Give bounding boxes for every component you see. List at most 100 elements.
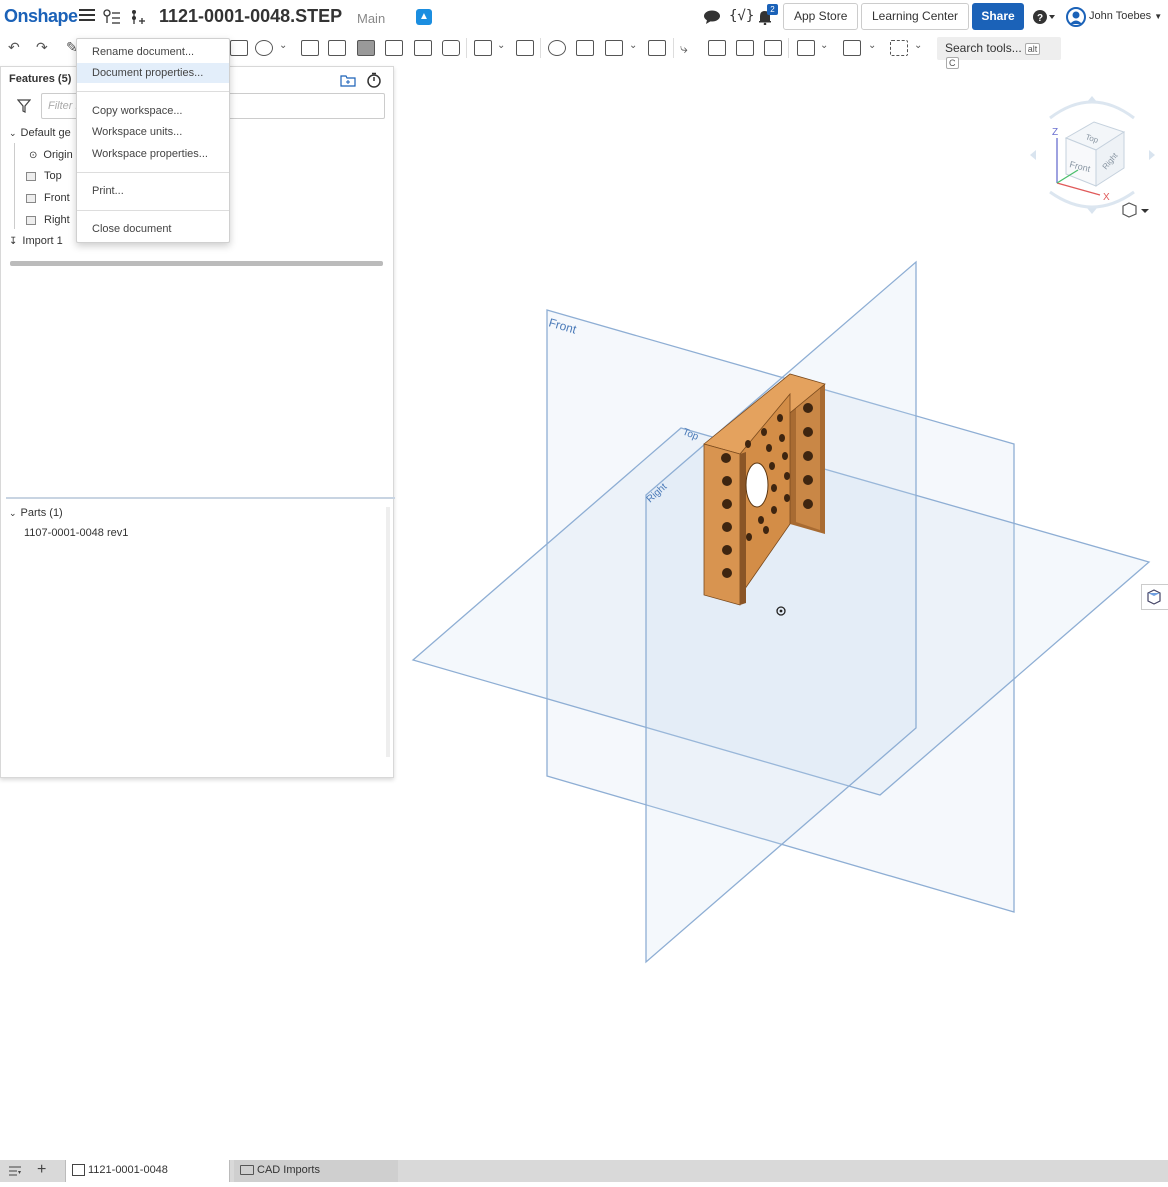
menu-item-workspace-units[interactable]: Workspace units... — [77, 122, 229, 142]
x-axis-label: X — [1103, 192, 1110, 203]
notification-count-badge: 2 — [767, 4, 778, 15]
plane-caret-icon[interactable]: ⌄ — [820, 40, 828, 51]
document-menu: Rename document... Document properties..… — [76, 38, 230, 243]
top-bar: Onshape 1121-0001-0048.STEP Main ▲ {√} 2… — [0, 0, 1168, 34]
toolbar-divider — [788, 38, 789, 58]
tab-cad-imports-label: CAD Imports — [257, 1164, 320, 1176]
menu-item-print[interactable]: Print... — [77, 181, 229, 201]
menu-item-close-document[interactable]: Close document — [77, 219, 229, 239]
search-tools-input[interactable]: Search tools... alt C — [937, 37, 1061, 69]
pattern-caret-icon[interactable]: ⌄ — [497, 40, 505, 51]
origin-item[interactable]: ⊙ Origin — [29, 149, 73, 161]
enclose-tool-icon[interactable] — [764, 40, 782, 56]
chevron-down-icon: ⌄ — [9, 128, 17, 138]
user-name: John Toebes — [1089, 10, 1152, 22]
mate-connector-caret-icon[interactable]: ⌄ — [914, 40, 922, 51]
import-feature-item[interactable]: ↧ Import 1 — [9, 235, 63, 247]
menu-item-document-properties[interactable]: Document properties... — [77, 63, 229, 83]
workspace-branch[interactable]: Main — [357, 11, 385, 26]
rib-tool-icon[interactable] — [385, 40, 403, 56]
loft-tool-icon[interactable] — [708, 40, 726, 56]
help-icon[interactable]: ? — [1032, 9, 1056, 27]
variables-icon[interactable]: {√} — [729, 9, 754, 23]
draft-tool-icon[interactable] — [357, 40, 375, 56]
default-geometry-group[interactable]: ⌄ Default ge — [9, 127, 71, 139]
default-geometry-label: Default ge — [20, 127, 71, 139]
view-options-icon[interactable] — [1122, 202, 1149, 218]
feature-list-icon[interactable] — [103, 9, 121, 27]
learning-center-button[interactable]: Learning Center — [861, 3, 970, 30]
comments-icon[interactable] — [703, 10, 721, 26]
parts-scrollbar[interactable] — [386, 507, 390, 757]
transform-tool-icon[interactable] — [605, 40, 623, 56]
panel-divider[interactable] — [6, 497, 395, 499]
thicken-tool-icon[interactable] — [736, 40, 754, 56]
revolve-tool-icon[interactable] — [255, 40, 273, 56]
chamfer-tool-icon[interactable] — [328, 40, 346, 56]
add-tab-icon[interactable]: + — [37, 1161, 46, 1179]
origin-label: Origin — [43, 149, 73, 161]
learning-hat-icon[interactable]: ▲ — [416, 9, 432, 25]
svg-text:?: ? — [1037, 13, 1043, 24]
transform-caret-icon[interactable]: ⌄ — [629, 40, 637, 51]
search-tools-label: Search tools... — [945, 41, 1022, 55]
menu-item-workspace-properties[interactable]: Workspace properties... — [77, 144, 229, 164]
plane-item-top[interactable]: Top — [26, 170, 62, 182]
version-graph-icon[interactable] — [130, 9, 146, 27]
user-menu[interactable]: John Toebes ▼ — [1089, 10, 1162, 22]
hole-tool-icon[interactable] — [442, 40, 460, 56]
pattern-tool-icon[interactable] — [474, 40, 492, 56]
add-folder-icon[interactable] — [340, 73, 356, 92]
origin-icon: ⊙ — [29, 150, 38, 161]
tab-manager-icon[interactable] — [8, 1164, 22, 1182]
onshape-logo[interactable]: Onshape — [4, 6, 78, 27]
side-viewcube-toggle-icon[interactable] — [1141, 584, 1168, 610]
boolean-tool-icon[interactable] — [548, 40, 566, 56]
user-menu-caret-icon: ▼ — [1154, 12, 1163, 21]
mirror-tool-icon[interactable] — [516, 40, 534, 56]
plane-tool-icon[interactable] — [797, 40, 815, 56]
sweep-tool-icon[interactable]: ⤷ — [680, 40, 698, 56]
redo-icon[interactable]: ↷ — [36, 40, 48, 54]
document-menu-icon[interactable] — [79, 9, 95, 23]
revolve-caret-icon[interactable]: ⌄ — [279, 40, 287, 51]
sheet-metal-caret-icon[interactable]: ⌄ — [868, 40, 876, 51]
undo-icon[interactable]: ↶ — [8, 40, 20, 54]
view-cube[interactable]: Top Front Right Z X — [1030, 96, 1155, 214]
parts-title: Parts (1) — [20, 507, 63, 519]
plane-label-top: Top — [44, 170, 62, 182]
tab-part-studio[interactable]: 1121-0001-0048 — [65, 1160, 230, 1182]
import-icon: ↧ — [9, 236, 18, 247]
rollback-timer-icon[interactable] — [366, 72, 382, 93]
folder-icon — [240, 1165, 254, 1176]
plane-label-front: Front — [44, 192, 70, 204]
import-feature-label: Import 1 — [22, 235, 63, 247]
fillet-tool-icon[interactable] — [301, 40, 319, 56]
user-avatar[interactable] — [1066, 7, 1086, 27]
part-item[interactable]: 1107-0001-0048 rev1 — [24, 527, 128, 539]
parts-group[interactable]: ⌄ Parts (1) — [9, 507, 63, 519]
menu-item-copy-workspace[interactable]: Copy workspace... — [77, 101, 229, 121]
tab-cad-imports-folder[interactable]: CAD Imports — [234, 1160, 398, 1182]
plane-item-front[interactable]: Front — [26, 192, 70, 204]
app-store-button[interactable]: App Store — [783, 3, 859, 30]
delete-part-tool-icon[interactable] — [648, 40, 666, 56]
part-studio-icon — [72, 1164, 85, 1177]
filter-funnel-icon[interactable] — [16, 99, 32, 118]
sheet-metal-tool-icon[interactable] — [843, 40, 861, 56]
plane-item-right[interactable]: Right — [26, 214, 70, 226]
shell-tool-icon[interactable] — [414, 40, 432, 56]
z-axis-label: Z — [1052, 127, 1058, 138]
share-button[interactable]: Share — [972, 3, 1024, 30]
menu-separator — [77, 172, 229, 173]
menu-item-rename-document[interactable]: Rename document... — [77, 42, 229, 62]
document-title[interactable]: 1121-0001-0048.STEP — [159, 6, 342, 27]
extrude-tool-icon[interactable] — [230, 40, 248, 56]
split-tool-icon[interactable] — [576, 40, 594, 56]
plane-icon — [26, 193, 36, 203]
toolbar-divider — [673, 38, 674, 58]
mate-connector-tool-icon[interactable] — [890, 40, 908, 56]
tree-guide-line — [14, 143, 15, 229]
rollback-bar[interactable] — [10, 261, 383, 266]
bottom-tab-bar: + 1121-0001-0048 CAD Imports — [0, 1160, 1168, 1182]
